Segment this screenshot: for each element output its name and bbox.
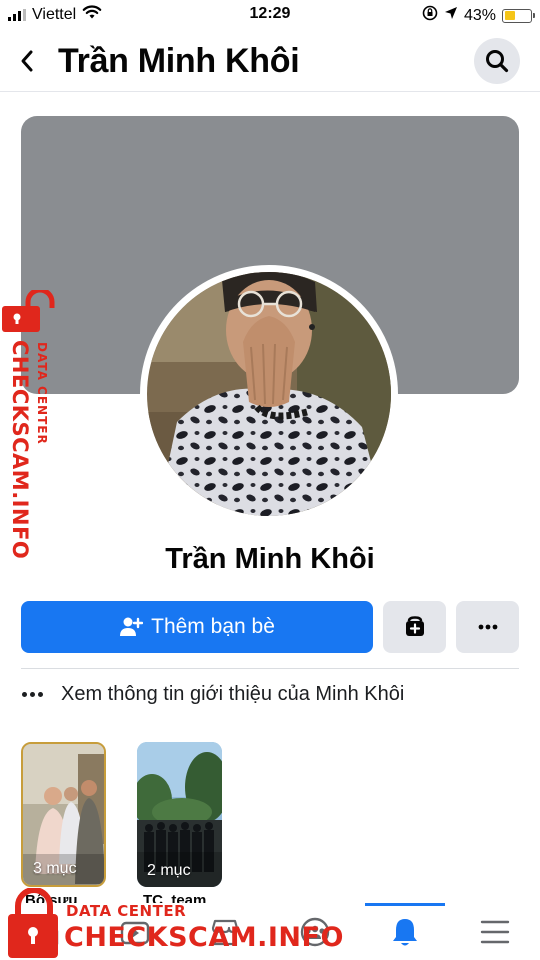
battery-icon <box>502 8 535 23</box>
featured-collection-2[interactable]: 2 mục <box>137 742 222 887</box>
section-divider <box>21 668 519 669</box>
menu-icon <box>480 920 510 943</box>
search-button[interactable] <box>474 38 520 84</box>
add-person-icon <box>120 617 144 636</box>
watermark-side: CHECKSCAM.INFO DATA CENTER <box>2 290 58 559</box>
featured-collection-1[interactable]: 3 mục <box>21 742 106 887</box>
add-friend-button[interactable]: Thêm bạn bè <box>21 601 373 653</box>
status-bar: Viettel 12:29 43% <box>0 0 540 30</box>
watermark-bottom: DATA CENTER CHECKSCAM.INFO <box>0 888 343 960</box>
watermark-brand: CHECKSCAM.INFO <box>8 340 32 560</box>
padlock-logo <box>2 290 55 332</box>
chevron-left-icon <box>21 50 33 72</box>
avatar-photo <box>147 272 391 516</box>
status-right: 43% <box>422 5 535 26</box>
ellipsis-icon <box>22 691 43 697</box>
watermark-tag: DATA CENTER <box>35 342 49 445</box>
message-button[interactable] <box>383 601 446 653</box>
messenger-icon <box>405 616 424 636</box>
padlock-logo <box>8 888 58 958</box>
featured-count: 3 mục <box>33 860 77 877</box>
notifications-icon <box>393 918 417 945</box>
watermark-tag: DATA CENTER <box>66 902 187 920</box>
location-arrow-icon <box>444 6 458 25</box>
featured-count: 2 mục <box>147 862 191 879</box>
watermark-brand: CHECKSCAM.INFO <box>64 922 344 953</box>
nav-menu[interactable] <box>450 903 540 960</box>
orientation-lock-icon <box>422 5 438 26</box>
profile-name: Trần Minh Khôi <box>165 543 375 575</box>
add-friend-label: Thêm bạn bè <box>151 615 275 638</box>
profile-avatar[interactable] <box>140 265 398 523</box>
see-about-info-text: Xem thông tin giới thiệu của Minh Khôi <box>61 682 405 705</box>
back-button[interactable] <box>10 44 44 78</box>
battery-percent: 43% <box>463 6 496 24</box>
ellipsis-icon <box>478 624 497 630</box>
nav-notifications[interactable] <box>360 903 450 960</box>
profile-header: Trần Minh Khôi <box>0 30 540 92</box>
see-about-info-link[interactable]: Xem thông tin giới thiệu của Minh Khôi <box>22 679 404 709</box>
more-button[interactable] <box>456 601 519 653</box>
search-icon <box>486 50 509 73</box>
page-title: Trần Minh Khôi <box>58 42 300 80</box>
